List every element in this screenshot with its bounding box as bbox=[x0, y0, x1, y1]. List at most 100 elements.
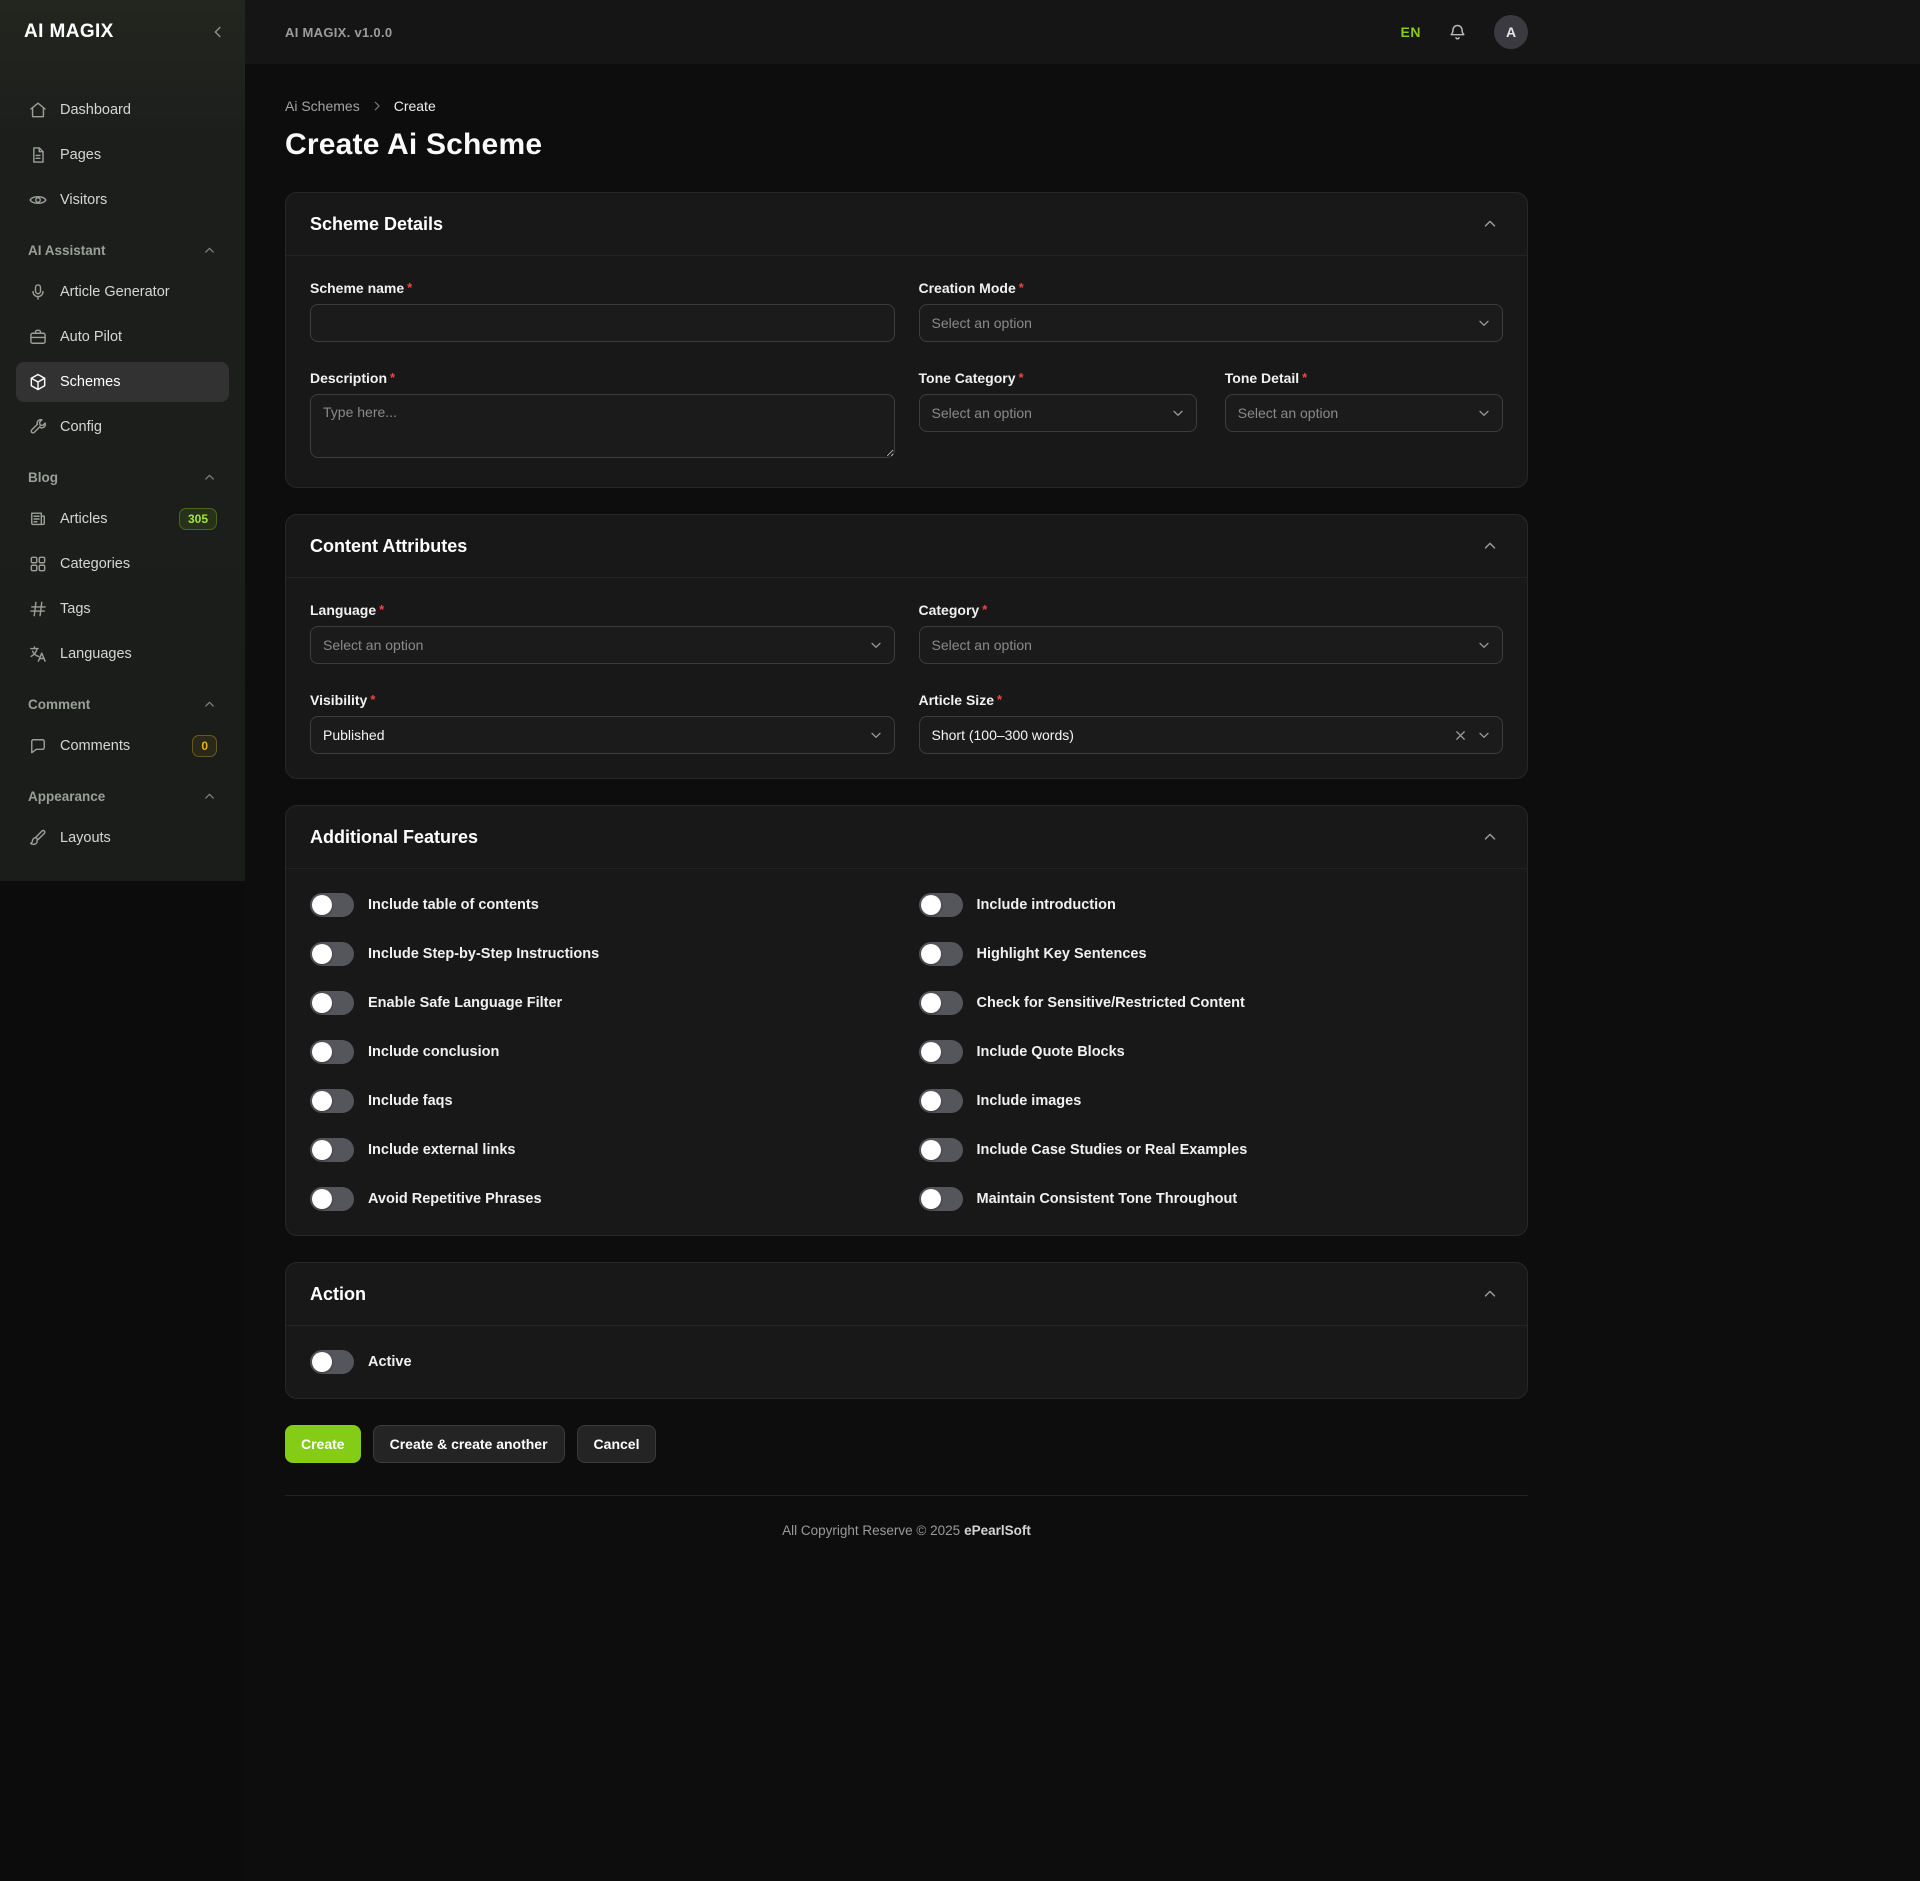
toggle-include-quote-blocks[interactable] bbox=[919, 1040, 963, 1064]
toggle-avoid-repetitive-phrases[interactable] bbox=[310, 1187, 354, 1211]
sidebar-section-label: AI Assistant bbox=[28, 243, 106, 258]
breadcrumb: Ai Schemes Create bbox=[285, 98, 1528, 114]
chevron-up-icon bbox=[1481, 828, 1499, 846]
create-button[interactable]: Create bbox=[285, 1425, 361, 1463]
creation-mode-select[interactable]: Select an option bbox=[919, 304, 1504, 342]
sidebar-item-categories[interactable]: Categories bbox=[16, 544, 229, 584]
article-size-field: Article Size Short (100–300 words) bbox=[919, 692, 1504, 754]
clear-selection-button[interactable] bbox=[1451, 726, 1470, 745]
scheme-name-field: Scheme name bbox=[310, 280, 895, 342]
footer: All Copyright Reserve © 2025ePearlSoft bbox=[285, 1495, 1528, 1550]
sidebar-item-label: Comments bbox=[60, 738, 130, 754]
toggle-highlight-key-sentences[interactable] bbox=[919, 942, 963, 966]
breadcrumb-parent[interactable]: Ai Schemes bbox=[285, 98, 360, 114]
field-label: Visibility bbox=[310, 692, 375, 708]
language-select[interactable]: Select an option bbox=[310, 626, 895, 664]
scheme-name-input[interactable] bbox=[310, 304, 895, 342]
sidebar-item-label: Schemes bbox=[60, 374, 120, 390]
language-field: Language Select an option bbox=[310, 602, 895, 664]
notifications-button[interactable] bbox=[1447, 22, 1468, 43]
toggle-include-introduction[interactable] bbox=[919, 893, 963, 917]
toggle-safe-language-filter[interactable] bbox=[310, 991, 354, 1015]
toggle-row-conclusion: Include conclusion bbox=[310, 1040, 895, 1064]
visibility-select[interactable]: Published bbox=[310, 716, 895, 754]
field-label: Creation Mode bbox=[919, 280, 1024, 296]
section-collapse-button[interactable] bbox=[1477, 824, 1503, 850]
toggle-row-images: Include images bbox=[919, 1089, 1504, 1113]
chevron-up-icon bbox=[202, 789, 217, 804]
sidebar-item-label: Tags bbox=[60, 601, 91, 617]
field-label: Tone Category bbox=[919, 370, 1024, 386]
section-collapse-button[interactable] bbox=[1477, 211, 1503, 237]
section-collapse-button[interactable] bbox=[1477, 1281, 1503, 1307]
create-another-button[interactable]: Create & create another bbox=[373, 1425, 565, 1463]
sidebar-section-appearance[interactable]: Appearance bbox=[16, 782, 229, 810]
visibility-field: Visibility Published bbox=[310, 692, 895, 754]
category-select[interactable]: Select an option bbox=[919, 626, 1504, 664]
sidebar-item-tags[interactable]: Tags bbox=[16, 589, 229, 629]
sidebar-section-ai-assistant[interactable]: AI Assistant bbox=[16, 236, 229, 264]
chevron-down-icon bbox=[1476, 405, 1492, 421]
toggle-row-external-links: Include external links bbox=[310, 1138, 895, 1162]
toggle-include-external-links[interactable] bbox=[310, 1138, 354, 1162]
sidebar-item-articles[interactable]: Articles 305 bbox=[16, 499, 229, 539]
description-field: Description bbox=[310, 370, 895, 463]
article-size-select[interactable]: Short (100–300 words) bbox=[919, 716, 1504, 754]
toggle-include-faqs[interactable] bbox=[310, 1089, 354, 1113]
language-switcher[interactable]: EN bbox=[1401, 24, 1421, 40]
sidebar-item-languages[interactable]: Languages bbox=[16, 634, 229, 674]
sidebar-section-comment[interactable]: Comment bbox=[16, 690, 229, 718]
toggle-include-table-of-contents[interactable] bbox=[310, 893, 354, 917]
sidebar-item-schemes[interactable]: Schemes bbox=[16, 362, 229, 402]
wrench-icon bbox=[28, 417, 48, 437]
hashtag-icon bbox=[28, 599, 48, 619]
sidebar-section-blog[interactable]: Blog bbox=[16, 463, 229, 491]
action-card: Action Active bbox=[285, 1262, 1528, 1399]
toggle-include-images[interactable] bbox=[919, 1089, 963, 1113]
chat-icon bbox=[28, 736, 48, 756]
toggle-maintain-consistent-tone[interactable] bbox=[919, 1187, 963, 1211]
toggle-row-active: Active bbox=[310, 1350, 1503, 1374]
language-icon bbox=[28, 644, 48, 664]
sidebar-item-comments[interactable]: Comments 0 bbox=[16, 726, 229, 766]
page-content: Ai Schemes Create Create Ai Scheme Schem… bbox=[285, 64, 1528, 1590]
app-logo: AI MAGIX bbox=[24, 21, 114, 43]
toggle-row-step-by-step: Include Step-by-Step Instructions bbox=[310, 942, 895, 966]
close-icon bbox=[1453, 728, 1468, 743]
chevron-up-icon bbox=[202, 243, 217, 258]
sidebar-section-label: Comment bbox=[28, 697, 90, 712]
sidebar-item-visitors[interactable]: Visitors bbox=[16, 180, 229, 220]
toggle-row-consistent-tone: Maintain Consistent Tone Throughout bbox=[919, 1187, 1504, 1211]
toggle-include-step-by-step[interactable] bbox=[310, 942, 354, 966]
tone-detail-select[interactable]: Select an option bbox=[1225, 394, 1503, 432]
document-icon bbox=[28, 145, 48, 165]
sidebar-item-layouts[interactable]: Layouts bbox=[16, 818, 229, 858]
sidebar-item-article-generator[interactable]: Article Generator bbox=[16, 272, 229, 312]
toggle-include-conclusion[interactable] bbox=[310, 1040, 354, 1064]
toggle-active[interactable] bbox=[310, 1350, 354, 1374]
toggle-include-case-studies[interactable] bbox=[919, 1138, 963, 1162]
sidebar-item-label: Categories bbox=[60, 556, 130, 572]
sidebar-item-auto-pilot[interactable]: Auto Pilot bbox=[16, 317, 229, 357]
section-collapse-button[interactable] bbox=[1477, 533, 1503, 559]
toggle-row-table-of-contents: Include table of contents bbox=[310, 893, 895, 917]
cancel-button[interactable]: Cancel bbox=[577, 1425, 657, 1463]
sidebar-item-config[interactable]: Config bbox=[16, 407, 229, 447]
sidebar-collapse-button[interactable] bbox=[205, 19, 231, 45]
toggle-check-sensitive-content[interactable] bbox=[919, 991, 963, 1015]
sidebar-item-label: Article Generator bbox=[60, 284, 170, 300]
sidebar-item-pages[interactable]: Pages bbox=[16, 135, 229, 175]
select-value: Select an option bbox=[932, 405, 1032, 421]
chevron-up-icon bbox=[1481, 537, 1499, 555]
chevron-up-icon bbox=[1481, 1285, 1499, 1303]
description-textarea[interactable] bbox=[310, 394, 895, 458]
sidebar-header: AI MAGIX bbox=[0, 0, 245, 64]
user-avatar[interactable]: A bbox=[1494, 15, 1528, 49]
briefcase-icon bbox=[28, 327, 48, 347]
tone-category-select[interactable]: Select an option bbox=[919, 394, 1197, 432]
sidebar-item-dashboard[interactable]: Dashboard bbox=[16, 90, 229, 130]
tone-detail-field: Tone Detail Select an option bbox=[1225, 370, 1503, 463]
card-title: Scheme Details bbox=[310, 214, 443, 235]
comments-count-badge: 0 bbox=[192, 735, 217, 757]
microphone-icon bbox=[28, 282, 48, 302]
